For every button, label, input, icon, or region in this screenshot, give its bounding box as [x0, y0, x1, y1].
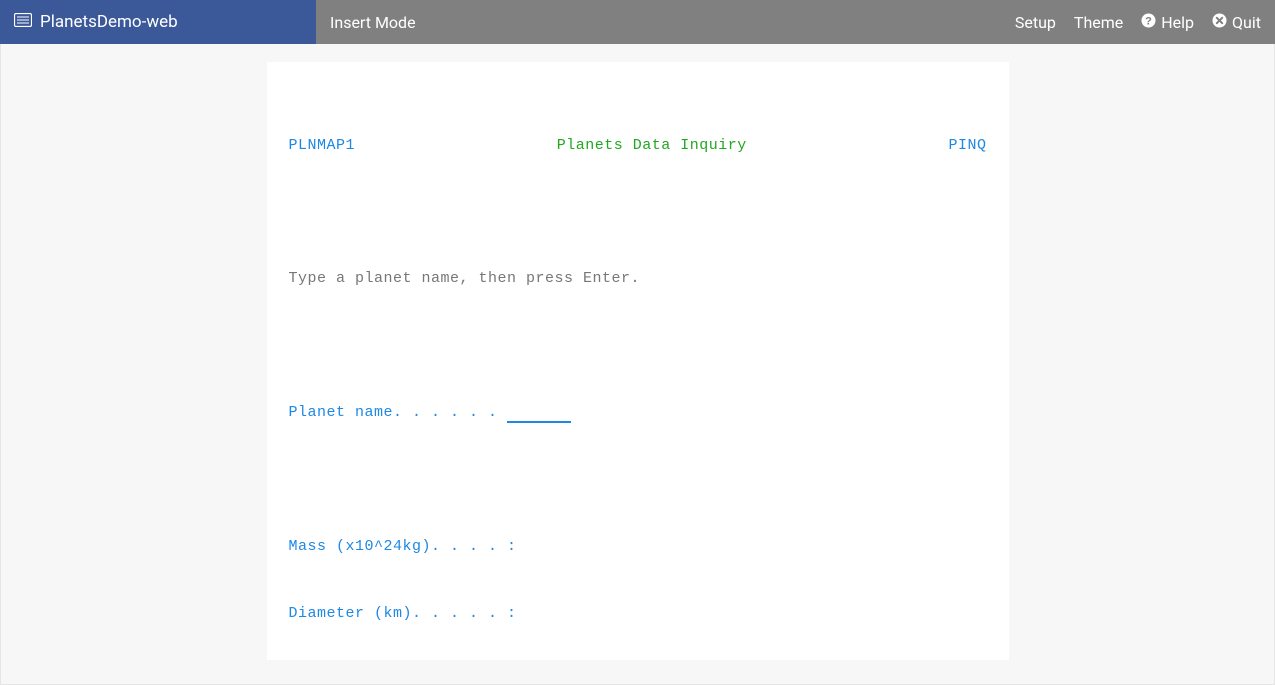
- top-menu: Setup Theme ? Help: [1015, 13, 1261, 32]
- field-diameter: Diameter (km). . . . . :: [289, 603, 987, 625]
- close-icon: [1212, 13, 1227, 32]
- planet-name-label: Planet name. . . . . .: [289, 404, 508, 421]
- help-icon: ?: [1141, 13, 1156, 32]
- instruction-text: Type a planet name, then press Enter.: [289, 268, 987, 290]
- app-brand: PlanetsDemo-web: [0, 0, 316, 44]
- blank-row: [289, 201, 987, 223]
- screen-code: PINQ: [948, 135, 986, 157]
- setup-menu[interactable]: Setup: [1015, 13, 1056, 32]
- top-bar: PlanetsDemo-web Insert Mode Setup Theme …: [0, 0, 1275, 44]
- quit-menu[interactable]: Quit: [1212, 13, 1261, 32]
- planet-name-row: Planet name. . . . . .: [289, 402, 987, 424]
- program-id: PLNMAP1: [289, 135, 356, 157]
- screen-title: Planets Data Inquiry: [557, 135, 747, 157]
- theme-label: Theme: [1074, 13, 1123, 32]
- svg-text:?: ?: [1145, 15, 1152, 27]
- theme-menu[interactable]: Theme: [1074, 13, 1123, 32]
- setup-label: Setup: [1015, 13, 1056, 32]
- quit-label: Quit: [1232, 13, 1261, 32]
- app-title: PlanetsDemo-web: [40, 12, 178, 32]
- help-label: Help: [1161, 13, 1194, 32]
- terminal-icon: [14, 12, 32, 32]
- screen-header: PLNMAP1 Planets Data Inquiry PINQ: [289, 135, 987, 157]
- field-mass: Mass (x10^24kg). . . . :: [289, 536, 987, 558]
- top-bar-right-section: Insert Mode Setup Theme ? Help: [316, 0, 1275, 44]
- planet-name-input[interactable]: [507, 405, 571, 423]
- content-area: PLNMAP1 Planets Data Inquiry PINQ Type a p…: [0, 44, 1275, 685]
- blank-row: [289, 469, 987, 491]
- blank-row: [289, 335, 987, 357]
- terminal-screen: PLNMAP1 Planets Data Inquiry PINQ Type a p…: [267, 62, 1009, 660]
- help-menu[interactable]: ? Help: [1141, 13, 1194, 32]
- mode-indicator: Insert Mode: [330, 13, 416, 32]
